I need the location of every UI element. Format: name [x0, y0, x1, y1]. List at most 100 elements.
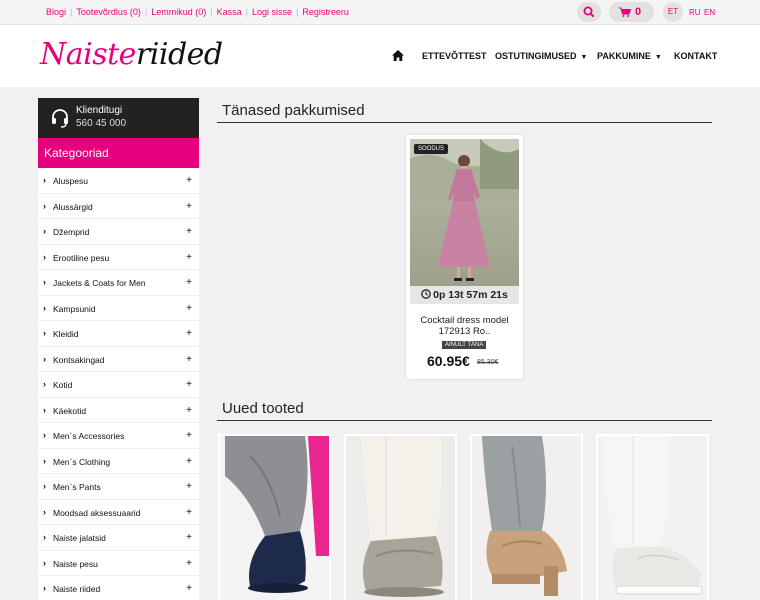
- link-register[interactable]: Registreeru: [302, 7, 349, 17]
- category-label: Kotid: [53, 380, 73, 390]
- new-product-card[interactable]: [596, 434, 709, 600]
- logo-part-1: Naiste: [40, 37, 136, 72]
- chevron-right-icon: ›: [43, 404, 46, 415]
- new-product-card[interactable]: [470, 434, 583, 600]
- category-item[interactable]: › Kontsakingad +: [38, 347, 199, 372]
- chevron-right-icon: ›: [43, 353, 46, 364]
- category-item[interactable]: › Men`s Clothing +: [38, 449, 199, 474]
- sidebar: Klienditugi 560 45 000 Kategooriad › Alus…: [38, 98, 199, 600]
- expand-plus-icon[interactable]: +: [186, 456, 192, 467]
- expand-plus-icon[interactable]: +: [186, 303, 192, 314]
- lang-ru[interactable]: RU: [689, 8, 701, 17]
- chevron-right-icon: ›: [43, 277, 46, 287]
- category-item[interactable]: › Kleidid +: [38, 321, 199, 347]
- deals-divider: [217, 122, 712, 123]
- only-today-badge: AINULT TÄNA: [442, 341, 487, 349]
- shoe-photo: [472, 436, 581, 600]
- customer-support-box[interactable]: Klienditugi 560 45 000: [38, 98, 199, 138]
- category-item[interactable]: › Naiste jalatsid +: [38, 525, 199, 551]
- expand-plus-icon[interactable]: +: [186, 201, 192, 212]
- deal-product-image[interactable]: SOODUS: [410, 139, 519, 286]
- cart-count: 0: [635, 6, 642, 18]
- category-item[interactable]: › Käekotid +: [38, 398, 199, 423]
- expand-plus-icon[interactable]: +: [186, 328, 192, 339]
- category-item[interactable]: › Jackets & Coats for Men +: [38, 270, 199, 296]
- category-label: Erootiline pesu: [53, 252, 110, 263]
- category-item[interactable]: › Aluspesu +: [38, 168, 199, 194]
- expand-plus-icon[interactable]: +: [186, 507, 192, 518]
- header: Naisteriided ETTEVÕTTEST OSTUTINGIMUSED ▼…: [0, 26, 760, 87]
- deal-price: 60.95€: [427, 353, 470, 369]
- expand-plus-icon[interactable]: +: [186, 405, 192, 416]
- product-image[interactable]: [472, 436, 581, 600]
- home-icon[interactable]: [392, 50, 404, 61]
- chevron-right-icon: ›: [43, 379, 46, 389]
- expand-plus-icon[interactable]: +: [186, 252, 192, 263]
- deal-product-name[interactable]: Cocktail dress model 172913 Ro..: [410, 315, 519, 337]
- expand-plus-icon[interactable]: +: [186, 379, 192, 390]
- chevron-right-icon: ›: [43, 251, 46, 262]
- lang-et[interactable]: ET: [663, 2, 683, 22]
- expand-plus-icon[interactable]: +: [186, 277, 192, 288]
- category-item[interactable]: › Alussärgid +: [38, 194, 199, 219]
- link-compare[interactable]: Tootevõrdlus (0): [76, 7, 141, 17]
- chevron-down-icon: ▼: [580, 54, 588, 61]
- nav-packaging[interactable]: PAKKUMINE ▼: [597, 51, 662, 61]
- expand-plus-icon[interactable]: +: [186, 175, 192, 186]
- nav-contact[interactable]: KONTAKT: [674, 51, 717, 61]
- category-item[interactable]: › Naiste riided +: [38, 576, 199, 600]
- category-item[interactable]: › Kampsunid +: [38, 296, 199, 321]
- expand-plus-icon[interactable]: +: [186, 532, 192, 543]
- headset-icon: [52, 109, 68, 128]
- chevron-right-icon: ›: [43, 328, 46, 338]
- category-label: Moodsad aksessuaarid: [53, 507, 141, 518]
- link-favorites[interactable]: Lemmikud (0): [151, 7, 206, 17]
- expand-plus-icon[interactable]: +: [186, 430, 192, 441]
- chevron-right-icon: ›: [43, 557, 46, 568]
- expand-plus-icon[interactable]: +: [186, 354, 192, 365]
- product-image[interactable]: [346, 436, 455, 600]
- category-label: Aluspesu: [53, 176, 88, 186]
- product-image[interactable]: [220, 436, 329, 600]
- expand-plus-icon[interactable]: +: [186, 583, 192, 594]
- cart-button[interactable]: 0: [609, 2, 654, 22]
- category-label: Men`s Clothing: [53, 456, 111, 467]
- category-item[interactable]: › Men`s Pants +: [38, 474, 199, 500]
- category-label: Men`s Accessories: [53, 431, 125, 441]
- category-label: Naiste pesu: [53, 558, 98, 569]
- top-bar: Blogi | Tootevõrdlus (0) | Lemmikud (0) | Kass…: [0, 0, 760, 25]
- chevron-right-icon: ›: [43, 430, 46, 440]
- chevron-right-icon: ›: [43, 481, 46, 491]
- dress-photo: [410, 139, 519, 281]
- category-item[interactable]: › Men`s Accessories +: [38, 423, 199, 449]
- chevron-right-icon: ›: [43, 175, 46, 185]
- category-item[interactable]: › Erootiline pesu +: [38, 245, 199, 270]
- link-blog[interactable]: Blogi: [46, 7, 66, 17]
- chevron-right-icon: ›: [43, 506, 46, 517]
- product-image[interactable]: [598, 436, 707, 600]
- nav-terms[interactable]: OSTUTINGIMUSED ▼: [495, 51, 587, 61]
- shoe-photo: [346, 436, 455, 600]
- nav-company[interactable]: ETTEVÕTTEST: [422, 51, 487, 61]
- expand-plus-icon[interactable]: +: [186, 226, 192, 237]
- category-label: Kampsunid: [53, 303, 96, 314]
- search-button[interactable]: [577, 2, 601, 22]
- category-item[interactable]: › Naiste pesu +: [38, 551, 199, 576]
- deals-title: Tänased pakkumised: [222, 102, 365, 119]
- category-item[interactable]: › Džemprid +: [38, 219, 199, 245]
- category-label: Džemprid: [53, 227, 90, 237]
- logo[interactable]: Naisteriided: [40, 37, 223, 72]
- deal-product-card[interactable]: SOODUS 0p 13t 57m 21s Cocktail dress mod…: [406, 135, 523, 379]
- new-product-card[interactable]: [344, 434, 457, 600]
- link-checkout[interactable]: Kassa: [217, 7, 242, 17]
- expand-plus-icon[interactable]: +: [186, 481, 192, 492]
- search-icon: [583, 6, 594, 17]
- chevron-right-icon: ›: [43, 200, 46, 211]
- lang-en[interactable]: EN: [704, 8, 715, 17]
- category-label: Naiste jalatsid: [53, 533, 106, 543]
- category-item[interactable]: › Moodsad aksessuaarid +: [38, 500, 199, 525]
- category-item[interactable]: › Kotid +: [38, 372, 199, 398]
- link-login[interactable]: Logi sisse: [252, 7, 292, 17]
- new-product-card[interactable]: [218, 434, 331, 600]
- expand-plus-icon[interactable]: +: [186, 558, 192, 569]
